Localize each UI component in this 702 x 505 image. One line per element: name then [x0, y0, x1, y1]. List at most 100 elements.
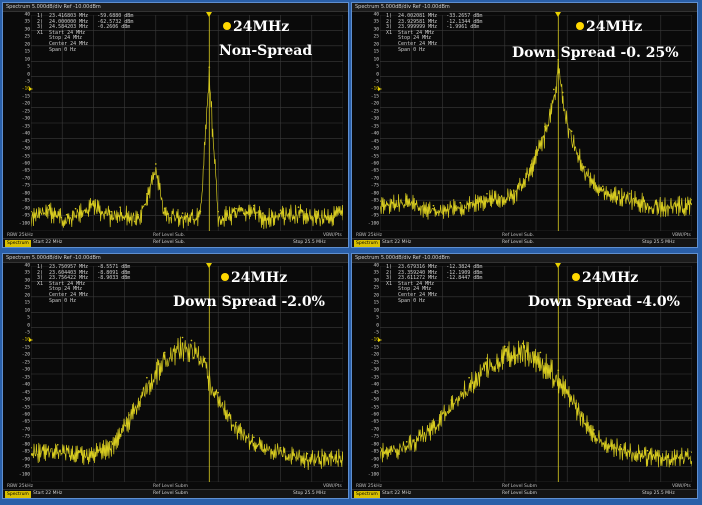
- y-tick-label: -95: [21, 213, 30, 219]
- y-tick-label: 35: [373, 270, 379, 276]
- y-tick-label: -75: [21, 434, 30, 440]
- y-tick-label: -70: [370, 427, 379, 433]
- center-marker-arrow-icon: [555, 263, 562, 268]
- y-tick-label: -50: [21, 397, 30, 403]
- data-point: [539, 351, 542, 354]
- y-tick-label: 20: [24, 42, 30, 48]
- spectrum-tab[interactable]: Spectrum: [5, 490, 31, 498]
- data-point: [655, 200, 658, 203]
- y-tick-label: 35: [24, 270, 30, 276]
- data-point: [315, 210, 318, 213]
- data-point: [602, 185, 604, 188]
- y-tick-label: -95: [21, 464, 30, 470]
- data-point: [253, 204, 255, 207]
- data-point: [190, 339, 193, 342]
- data-point: [486, 192, 488, 195]
- y-tick-label: 5: [27, 64, 30, 70]
- panel-header: Spectrum 5.000dB/div Ref -10.00dBm: [352, 3, 697, 12]
- data-point: [646, 449, 649, 452]
- y-tick-label: 30: [373, 278, 379, 284]
- y-tick-label: -45: [21, 390, 30, 396]
- start-frequency: Start 22 MHz: [382, 491, 412, 496]
- data-point: [468, 376, 470, 379]
- y-tick-label: -45: [370, 390, 379, 396]
- data-point: [65, 213, 68, 216]
- y-tick-label: -100: [367, 472, 379, 478]
- data-point: [74, 207, 77, 210]
- frequency-text: 24MHz: [582, 270, 639, 286]
- data-point: [261, 212, 264, 214]
- y-tick-label: -55: [370, 154, 379, 160]
- y-tick-label: -80: [370, 191, 379, 197]
- y-tick-label: 30: [373, 27, 379, 33]
- spread-mode-label: Down Spread -0. 25%: [512, 45, 679, 61]
- y-tick-label: -35: [370, 124, 379, 130]
- y-tick-label: -85: [21, 198, 30, 204]
- data-point: [31, 446, 32, 449]
- data-point: [119, 206, 121, 208]
- data-point: [504, 345, 506, 348]
- data-point: [56, 443, 59, 446]
- data-point: [619, 443, 622, 446]
- y-tick-label: 25: [373, 285, 379, 291]
- y-tick-label: -40: [21, 382, 30, 388]
- y-tick-label: -20: [21, 101, 30, 107]
- spectrum-tab[interactable]: Spectrum: [5, 239, 31, 247]
- frequency-text: 24MHz: [233, 19, 290, 35]
- y-tick-label: 15: [24, 49, 30, 55]
- data-point: [279, 446, 282, 449]
- y-tick-label: -65: [21, 168, 30, 174]
- y-tick-label: -30: [370, 367, 379, 373]
- y-tick-label: -90: [370, 206, 379, 212]
- y-tick-label: 25: [373, 34, 379, 40]
- spectrum-tab[interactable]: Spectrum: [354, 490, 380, 498]
- y-tick-label: 35: [24, 19, 30, 25]
- y-tick-label: -25: [21, 109, 30, 115]
- data-point: [235, 421, 237, 424]
- y-tick-label: -75: [21, 183, 30, 189]
- y-tick-label: -90: [21, 206, 30, 212]
- y-tick-label: -80: [21, 442, 30, 448]
- y-tick-label: -60: [370, 412, 379, 418]
- y-tick-label: 20: [373, 42, 379, 48]
- bullet-dot-icon: [221, 273, 229, 281]
- y-tick-label: 35: [373, 19, 379, 25]
- y-tick-label: 40: [24, 263, 30, 269]
- data-point: [575, 402, 577, 404]
- y-tick-label: -15: [370, 345, 379, 351]
- data-point: [405, 195, 408, 198]
- y-tick-label: 0: [27, 72, 30, 78]
- y-tick-label: 15: [24, 300, 30, 306]
- data-point: [204, 357, 206, 360]
- data-point: [155, 163, 157, 165]
- y-tick-label: 0: [376, 323, 379, 329]
- spectrum-tab[interactable]: Spectrum: [354, 239, 380, 247]
- panel-footer: Spectrum Start 22 MHz Ref Level Subm Stop 2…: [352, 489, 697, 498]
- y-tick-label: -50: [370, 146, 379, 152]
- data-point: [628, 192, 631, 195]
- data-point: [199, 210, 202, 213]
- y-tick-label: -95: [370, 213, 379, 219]
- data-point: [306, 452, 309, 455]
- panel-header: Spectrum 5.000dB/div Ref -10.00dBm: [352, 254, 697, 263]
- start-frequency: Start 22 MHz: [382, 240, 412, 245]
- center-marker-arrow-icon: [206, 12, 213, 17]
- y-axis-labels: 40 35 30 25 20 15 10 5 0 -5 -10 -15 -20 -25 -30 -35 -40-…: [352, 3, 380, 247]
- y-tick-label: -30: [21, 116, 30, 122]
- y-tick-label: -85: [370, 449, 379, 455]
- data-point: [561, 91, 564, 94]
- y-tick-label: -65: [370, 419, 379, 425]
- y-tick-label: -40: [21, 131, 30, 137]
- y-tick-label: -70: [21, 427, 30, 433]
- data-point: [512, 189, 515, 192]
- data-point: [92, 200, 95, 203]
- data-point: [146, 192, 148, 195]
- spread-mode-label: Down Spread -4.0%: [528, 294, 680, 310]
- y-tick-label: -5: [24, 79, 30, 85]
- y-tick-label: 10: [24, 308, 30, 314]
- y-tick-label: -60: [21, 161, 30, 167]
- y-tick-label: -25: [370, 109, 379, 115]
- y-tick-label: 10: [373, 308, 379, 314]
- y-tick-label: -25: [21, 360, 30, 366]
- data-point: [544, 125, 546, 128]
